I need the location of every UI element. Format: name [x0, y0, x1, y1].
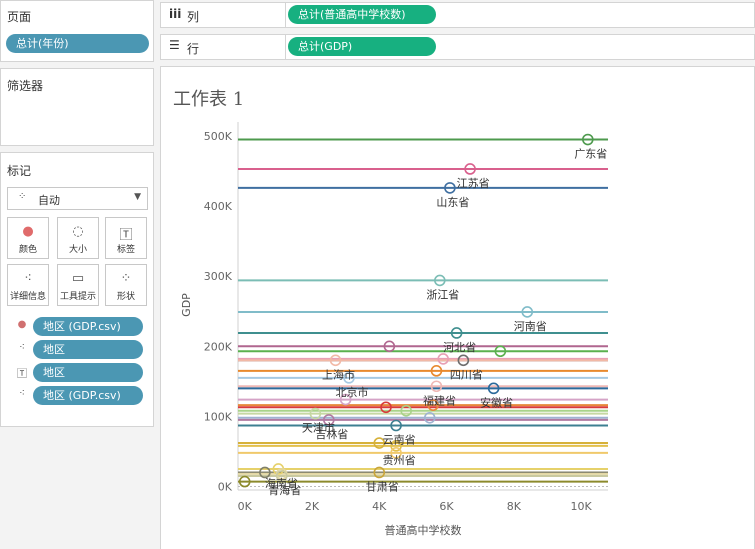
marks-field-label[interactable]: 地区 — [33, 363, 143, 382]
filters-panel[interactable]: 筛选器 — [0, 68, 154, 146]
y-tick-label: 0K — [218, 480, 233, 493]
columns-shelf-label: 列 — [187, 10, 200, 24]
detail-encoding-icon: ⁖ — [19, 342, 25, 353]
detail-encoding-icon-2: ⁖ — [19, 388, 25, 399]
marks-field-color[interactable]: 地区 (GDP.csv) — [33, 317, 143, 336]
point-label: 北京市 — [336, 385, 369, 399]
rows-shelf-label: 行 — [187, 42, 200, 56]
color-button-label: 颜色 — [18, 245, 37, 255]
marks-field-detail-2[interactable]: 地区 (GDP.csv) — [33, 386, 143, 405]
point-label: 青海省 — [268, 483, 301, 497]
x-tick-label: 10K — [570, 500, 592, 513]
columns-icon: iii — [169, 7, 182, 21]
shape-button[interactable]: ⁘ 形状 — [105, 264, 147, 306]
detail-button[interactable]: ⁖ 详细信息 — [7, 264, 49, 306]
point-label: 贵州省 — [383, 454, 416, 467]
rows-shelf[interactable]: ☰ 行 总计(GDP) — [160, 34, 755, 60]
point-label: 广东省 — [574, 148, 607, 161]
automatic-mark-icon: ⁘ — [18, 191, 27, 202]
pages-pill[interactable]: 总计(年份) — [6, 34, 149, 53]
detail-icon: ⁖ — [24, 271, 32, 286]
x-tick-label: 6K — [439, 500, 454, 513]
x-tick-label: 2K — [305, 500, 320, 513]
size-button[interactable]: ◌ 大小 — [57, 217, 99, 259]
chevron-down-icon: ▼ — [134, 192, 141, 202]
color-icon: ● — [22, 224, 34, 239]
mark-type-label: 自动 — [38, 194, 60, 207]
point-label: 河南省 — [514, 320, 547, 333]
reference-lines-layer — [238, 138, 608, 483]
mark-type-dropdown[interactable]: ⁘ 自动 ▼ — [7, 187, 148, 210]
point-label: 江苏省 — [457, 177, 490, 190]
point-label: 浙江省 — [426, 288, 459, 301]
filters-title: 筛选器 — [7, 79, 44, 93]
x-tick-label: 8K — [507, 500, 522, 513]
color-encoding-icon: ● — [17, 319, 27, 330]
point-label: 山东省 — [436, 196, 469, 209]
tooltip-icon: ▭ — [71, 271, 85, 286]
y-tick-label: 200K — [204, 340, 233, 353]
point-label: 安徽省 — [480, 395, 513, 409]
label-icon: 🅃 — [119, 228, 133, 243]
worksheet-view: 工作表 1 广东省 江苏省 山东省 浙江省 河南省 河北省 四川省 上海市 北京市 福建省 安徽省天… — [160, 66, 755, 549]
y-tick-label: 300K — [204, 270, 233, 283]
point-label: 云南省 — [383, 434, 416, 447]
shape-icon: ⁘ — [120, 271, 132, 286]
x-tick-label: 0K — [238, 500, 253, 513]
point-label: 四川省 — [450, 368, 483, 381]
size-icon: ◌ — [72, 224, 84, 239]
columns-pill[interactable]: 总计(普通高中学校数) — [288, 5, 436, 24]
point-label: 上海市 — [322, 367, 355, 381]
rows-icon: ☰ — [169, 38, 180, 52]
point-label: 福建省 — [423, 393, 456, 407]
point-labels-layer: 广东省江苏省山东省浙江省河南省河北省四川省上海市北京市福建省 安徽省天津市吉林省云… — [265, 148, 607, 497]
pages-title: 页面 — [7, 10, 32, 24]
label-button[interactable]: 🅃 标签 — [105, 217, 147, 259]
point-label: 甘肃省 — [366, 480, 399, 493]
marks-panel: 标记 ⁘ 自动 ▼ ● 颜色 ◌ 大小 🅃 标签 ⁖ 详细信息 ▭ 工具提示 ⁘… — [0, 152, 154, 427]
x-tick-label: 4K — [372, 500, 387, 513]
color-button[interactable]: ● 颜色 — [7, 217, 49, 259]
label-encoding-icon: 🅃 — [17, 369, 27, 380]
detail-button-label: 详细信息 — [9, 292, 46, 302]
y-axis-title: GDP — [180, 293, 193, 317]
scatter-chart: 广东省江苏省山东省浙江省河南省河北省四川省上海市北京市福建省 安徽省天津市吉林省云… — [180, 122, 608, 537]
rows-pill[interactable]: 总计(GDP) — [288, 37, 436, 56]
tooltip-button[interactable]: ▭ 工具提示 — [57, 264, 99, 306]
tooltip-button-label: 工具提示 — [59, 292, 96, 302]
marks-title: 标记 — [7, 164, 32, 178]
label-button-label: 标签 — [116, 245, 135, 255]
size-button-label: 大小 — [68, 245, 87, 255]
y-tick-label: 100K — [204, 410, 233, 423]
shape-button-label: 形状 — [116, 292, 135, 302]
x-axis-title: 普通高中学校数 — [385, 523, 462, 537]
y-tick-label: 500K — [204, 130, 233, 143]
point-label: 河北省 — [443, 341, 476, 354]
columns-shelf[interactable]: iii 列 总计(普通高中学校数) — [160, 2, 755, 28]
y-tick-label: 400K — [204, 200, 233, 213]
pages-panel[interactable]: 页面 总计(年份) — [0, 0, 154, 62]
marks-field-detail[interactable]: 地区 — [33, 340, 143, 359]
point-label: 吉林省 — [315, 427, 348, 441]
